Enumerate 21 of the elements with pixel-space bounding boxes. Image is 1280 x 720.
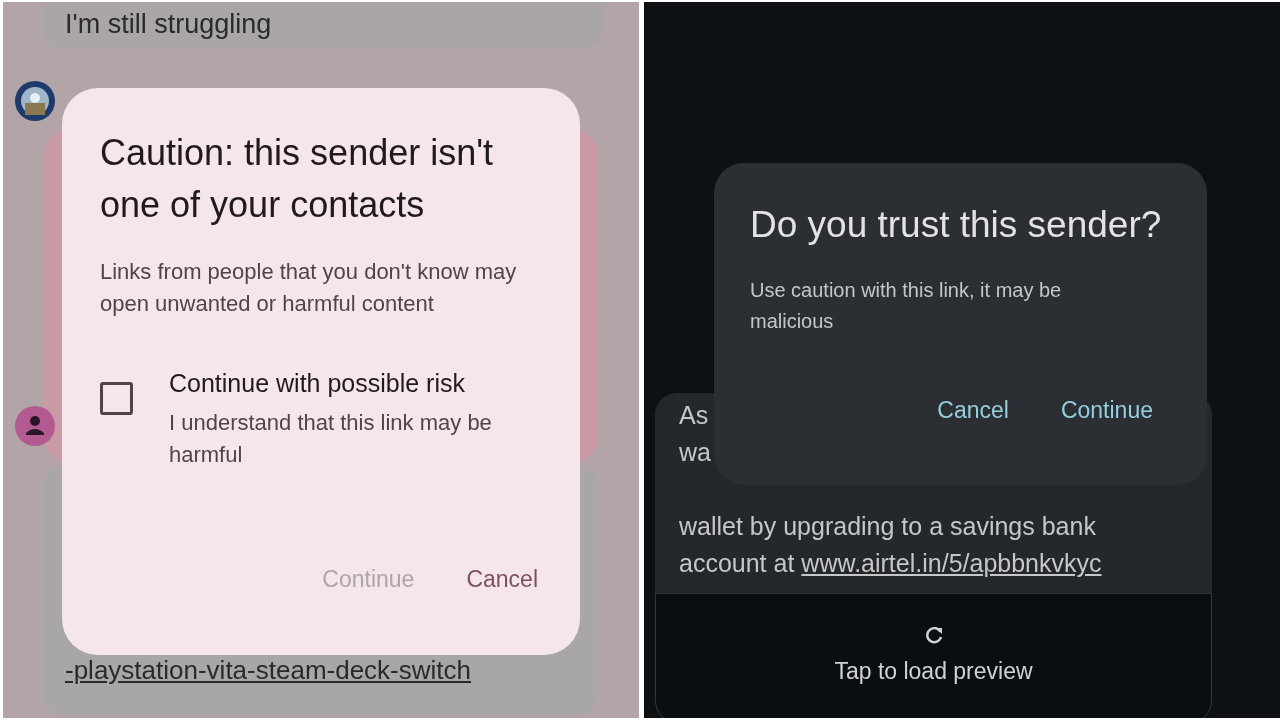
checkbox-description: I understand that this link may be harmful bbox=[169, 409, 493, 469]
checkbox[interactable] bbox=[100, 382, 133, 415]
preview-panel[interactable]: Tap to load preview bbox=[655, 593, 1212, 718]
cancel-button[interactable]: Cancel bbox=[931, 393, 1015, 428]
continue-button[interactable]: Continue bbox=[1054, 393, 1159, 428]
avatar-icon bbox=[15, 81, 55, 121]
message-text: wa bbox=[679, 437, 711, 468]
message-text: As bbox=[679, 400, 709, 431]
person-icon bbox=[15, 406, 55, 446]
message-link[interactable]: www.airtel.in/5/apbbnkvkyc bbox=[801, 545, 1102, 582]
preview-label: Tap to load preview bbox=[834, 658, 1033, 685]
cancel-button[interactable]: Cancel bbox=[460, 562, 544, 597]
checkbox-label: Continue with possible risk bbox=[169, 368, 466, 399]
message-text: I'm still struggling bbox=[65, 9, 272, 40]
dialog-title: Caution: this sender isn't one of your contacts bbox=[100, 131, 495, 227]
dialog-message: Use caution with this link, it may be malicious bbox=[750, 278, 1063, 334]
dialog-message: Links from people that you don't know may open unwanted or harmful content bbox=[100, 258, 518, 318]
message-text: account at bbox=[679, 548, 795, 579]
message-link[interactable]: -playstation-vita-steam-deck-switch bbox=[65, 655, 471, 686]
dialog-title: Do you trust this sender? bbox=[750, 203, 1163, 247]
message-text: wallet by upgrading to a savings bank bbox=[679, 511, 1096, 542]
